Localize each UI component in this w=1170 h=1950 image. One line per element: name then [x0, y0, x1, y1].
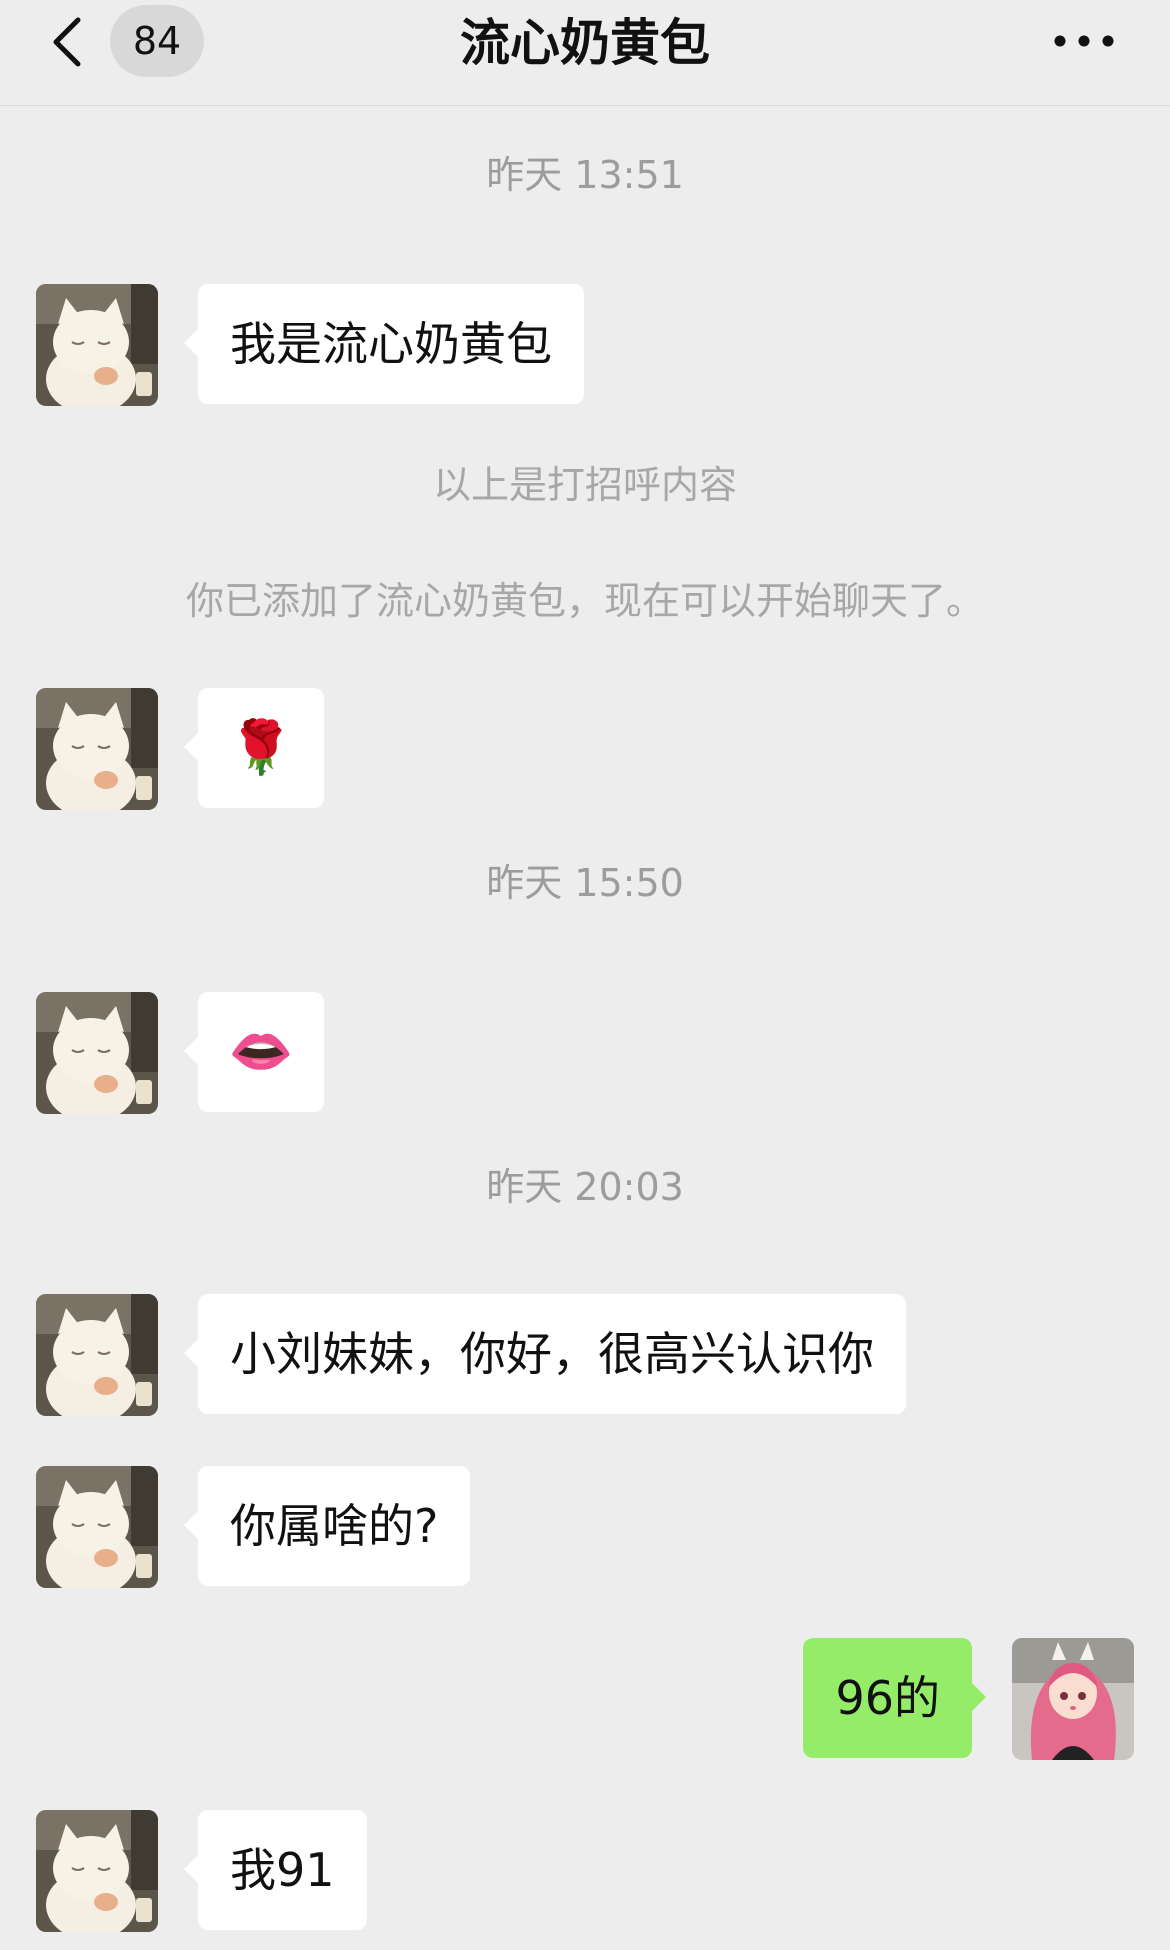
contact-avatar[interactable] — [36, 992, 158, 1114]
anime-girl-avatar-image — [1012, 1638, 1134, 1760]
contact-avatar[interactable] — [36, 688, 158, 810]
message-bubble-incoming[interactable]: 我是流心奶黄包 — [184, 284, 584, 404]
cat-avatar-image — [36, 992, 158, 1114]
contact-avatar[interactable] — [36, 1294, 158, 1416]
message-bubble-rose-emoji[interactable]: 🌹 — [184, 688, 324, 808]
my-avatar[interactable] — [1012, 1638, 1134, 1760]
more-horizontal-icon — [1054, 35, 1114, 47]
cat-avatar-image — [36, 1810, 158, 1932]
cat-avatar-image — [36, 688, 158, 810]
chat-title: 流心奶黄包 — [460, 14, 710, 72]
system-message: 你已添加了流心奶黄包，现在可以开始聊天了。 — [185, 579, 984, 623]
cat-avatar-image — [36, 284, 158, 406]
timestamp: 昨天 13:51 — [486, 153, 684, 197]
message-bubble-incoming[interactable]: 你属啥的? — [183, 1466, 471, 1586]
message-bubble-lips-emoji[interactable]: 👄 — [184, 992, 324, 1112]
chat-header: 84 流心奶黄包 — [0, 0, 1170, 106]
system-message: 以上是打招呼内容 — [432, 463, 737, 507]
message-list[interactable]: 昨天 13:51 我是流心奶黄包 以上是打招呼内容 你已添加了流心奶黄包，现在可… — [0, 106, 1170, 1950]
message-bubble-incoming[interactable]: 我91 — [184, 1810, 367, 1930]
chat-screen: 84 流心奶黄包 昨天 13:51 我是流心奶黄包 以上是打招呼内容 你已添加了… — [0, 0, 1170, 1950]
timestamp: 昨天 20:03 — [486, 1165, 684, 1209]
contact-avatar[interactable] — [36, 1810, 158, 1932]
message-bubble-incoming[interactable]: 小刘妹妹，你好，很高兴认识你 — [184, 1294, 906, 1414]
cat-avatar-image — [36, 1466, 158, 1588]
timestamp: 昨天 15:50 — [486, 861, 684, 905]
cat-avatar-image — [36, 1294, 158, 1416]
more-button[interactable] — [1048, 26, 1120, 56]
contact-avatar[interactable] — [36, 1466, 158, 1588]
contact-avatar[interactable] — [36, 284, 158, 406]
message-bubble-outgoing[interactable]: 96的 — [803, 1638, 986, 1758]
